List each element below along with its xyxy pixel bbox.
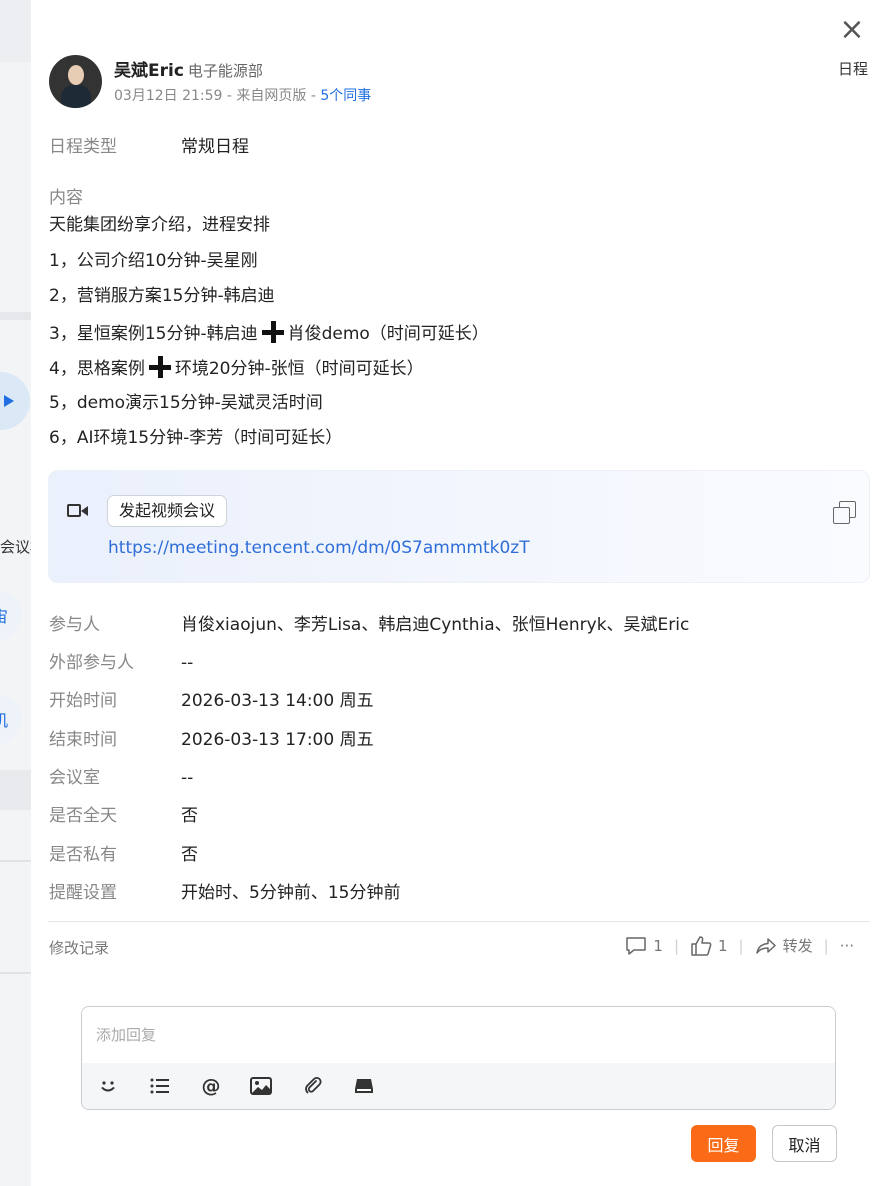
field-value: 肖俊xiaojun、李芳Lisa、韩启迪Cynthia、张恒Henryk、吴斌E… [181, 615, 690, 635]
field-label: 是否全天 [49, 806, 117, 826]
content-line: 5，demo演示15分钟-吴斌灵活时间 [49, 392, 323, 413]
comment-count: 1 [653, 936, 663, 955]
reply-button[interactable]: 回复 [691, 1125, 756, 1162]
forward-label: 转发 [782, 937, 813, 955]
field-value: 否 [181, 806, 198, 826]
background-block [0, 860, 31, 862]
field-value: 开始时、5分钟前、15分钟前 [181, 883, 401, 903]
background-block [0, 972, 31, 974]
divider [48, 921, 870, 922]
colleagues-link[interactable]: 5个同事 [320, 88, 371, 104]
schedule-detail-panel: × 日程 吴斌Eric 电子能源部 03月12日 21:59 - 来自网页版 - … [31, 0, 872, 1186]
emoji-icon[interactable] [96, 1075, 120, 1097]
action-bar: 1 | 1 | 转发 | ··· [625, 935, 854, 956]
field-row-reminder: 提醒设置 开始时、5分钟前、15分钟前 [49, 878, 400, 903]
field-label: 提醒设置 [49, 883, 117, 903]
close-icon: × [839, 12, 865, 47]
meeting-link[interactable]: https://meeting.tencent.com/dm/0S7ammmtk… [108, 538, 530, 558]
attachment-icon[interactable] [301, 1075, 325, 1097]
forward-button[interactable]: 转发 [755, 935, 813, 956]
storage-icon[interactable] [352, 1075, 376, 1097]
more-icon: ··· [839, 936, 854, 955]
field-label: 日程类型 [49, 137, 117, 157]
field-row-end-time: 结束时间 2026-03-13 17:00 周五 [49, 725, 374, 750]
background-block [0, 0, 31, 62]
post-time: 03月12日 21:59 [114, 88, 223, 104]
content-line: 1，公司介绍10分钟-吴星刚 [49, 250, 258, 271]
reply-input[interactable] [82, 1007, 835, 1063]
post-meta: 03月12日 21:59 - 来自网页版 - 5个同事 [114, 88, 372, 104]
comment-icon [626, 936, 647, 955]
author-name[interactable]: 吴斌Eric [114, 61, 184, 81]
image-icon[interactable] [249, 1075, 273, 1097]
thumbs-up-icon [691, 935, 712, 956]
cancel-button[interactable]: 取消 [772, 1125, 837, 1162]
field-value: 2026-03-13 14:00 周五 [181, 691, 374, 711]
background-video-icon [0, 372, 30, 430]
list-icon[interactable] [148, 1075, 172, 1097]
content-line: 3，星恒案例15分钟-韩启迪 肖俊demo（时间可延长） [49, 320, 489, 356]
like-count: 1 [718, 936, 728, 955]
background-block [0, 770, 31, 810]
type-tag: 日程 [837, 60, 868, 78]
field-row-external-participants: 外部参与人 -- [49, 648, 193, 673]
content-label: 内容 [49, 188, 83, 208]
field-row-meeting-room: 会议室 -- [49, 763, 193, 788]
content-line: 4，思格案例 环境20分钟-张恒（时间可延长） [49, 355, 489, 391]
field-value: -- [181, 768, 194, 788]
background-text: 会议概 [0, 538, 31, 556]
comment-button[interactable]: 1 [625, 936, 663, 956]
background-block [0, 312, 31, 320]
video-camera-icon [67, 503, 89, 519]
content-line: 天能集团纷享介绍，进程安排 [49, 215, 270, 235]
background-page-strip: 会议概 宙 机 [0, 0, 32, 1186]
content-body: 天能集团纷享介绍，进程安排 1，公司介绍10分钟-吴星刚 2，营销服方案15分钟… [49, 213, 489, 462]
field-row-private: 是否私有 否 [49, 840, 198, 865]
reply-box: @ [81, 1006, 836, 1110]
copy-icon[interactable] [833, 501, 856, 524]
field-value: 2026-03-13 17:00 周五 [181, 730, 374, 750]
field-label: 是否私有 [49, 845, 117, 865]
avatar[interactable] [49, 55, 102, 108]
close-button[interactable]: × [838, 15, 866, 45]
field-row-participants: 参与人 肖俊xiaojun、李芳Lisa、韩启迪Cynthia、张恒Henryk、… [49, 610, 689, 635]
field-label: 外部参与人 [49, 653, 134, 673]
field-value: 常规日程 [181, 137, 249, 157]
content-line: 2，营销服方案15分钟-韩启迪 [49, 286, 275, 306]
post-source: 来自网页版 [236, 88, 307, 104]
content-line: 6，AI环境15分钟-李芳（时间可延长） [49, 428, 343, 448]
reply-toolbar: @ [82, 1063, 835, 1109]
field-label: 参与人 [49, 615, 100, 635]
field-label: 会议室 [49, 768, 100, 788]
forward-icon [755, 937, 776, 954]
more-button[interactable]: ··· [840, 937, 854, 955]
mention-icon[interactable]: @ [199, 1075, 223, 1097]
plus-icon [148, 355, 172, 379]
background-icon: 宙 [0, 590, 22, 640]
video-meeting-card: 发起视频会议 https://meeting.tencent.com/dm/0S… [48, 470, 870, 583]
field-value: 否 [181, 845, 198, 865]
field-label: 结束时间 [49, 730, 117, 750]
field-label: 开始时间 [49, 691, 117, 711]
field-value: -- [181, 653, 194, 673]
start-video-meeting-button[interactable]: 发起视频会议 [107, 495, 228, 527]
plus-icon [261, 320, 285, 344]
author-department: 电子能源部 [187, 62, 263, 80]
field-row-all-day: 是否全天 否 [49, 801, 198, 826]
author-line: 吴斌Eric 电子能源部 [114, 56, 263, 81]
background-icon: 机 [0, 694, 22, 744]
like-button[interactable]: 1 [690, 935, 728, 956]
schedule-type-row: 日程类型 常规日程 [49, 132, 249, 157]
edit-log-link[interactable]: 修改记录 [49, 937, 109, 958]
field-row-start-time: 开始时间 2026-03-13 14:00 周五 [49, 686, 374, 711]
